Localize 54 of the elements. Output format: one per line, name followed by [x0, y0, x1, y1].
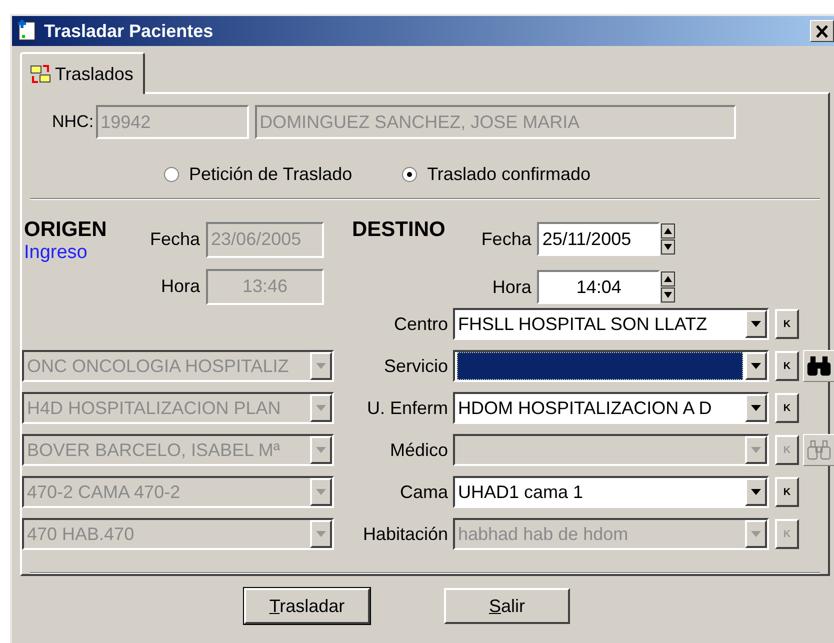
lookup-button[interactable]: K [775, 393, 799, 423]
binoculars-icon [807, 440, 831, 460]
dropdown[interactable]: UHAD1 cama 1 [453, 476, 769, 508]
date-label: Fecha [150, 229, 200, 250]
origin-heading: ORIGEN [24, 218, 108, 242]
time-field: 13:46 [206, 268, 324, 304]
caret-icon [751, 321, 761, 327]
destination-heading: DESTINO [352, 218, 446, 243]
lookup-button[interactable]: K [775, 351, 799, 381]
caret-icon [316, 447, 326, 453]
window-title: Trasladar Pacientes [44, 20, 214, 42]
caret-icon [316, 531, 326, 537]
date-field: 23/06/2005 [206, 222, 324, 258]
caret-icon [751, 447, 761, 453]
field-label: Médico [388, 440, 449, 460]
spinner-icon[interactable] [661, 271, 676, 303]
caret-icon [316, 363, 326, 369]
field-label: Centro [392, 314, 449, 334]
lookup-button[interactable]: K [775, 309, 799, 339]
nhc-field: 19942 [96, 105, 249, 139]
caret-icon [751, 405, 761, 411]
caret-icon [751, 531, 761, 537]
dropdown[interactable] [453, 350, 769, 382]
field-label: U. Enferm [366, 398, 449, 418]
caret-icon [751, 363, 761, 369]
time-label: Hora [160, 276, 200, 297]
time-field[interactable]: 14:04 [537, 270, 660, 304]
radio-option[interactable]: Traslado confirmado [402, 158, 591, 190]
tab[interactable]: Traslados [20, 52, 146, 94]
search-button[interactable] [803, 350, 834, 382]
dropdown[interactable]: HDOM HOSPITALIZACION A D [453, 392, 769, 424]
close-button[interactable] [810, 20, 834, 42]
app-icon [16, 20, 38, 42]
field-label: Habitación [362, 524, 449, 544]
caret-icon [316, 405, 326, 411]
patient-name-field: DOMINGUEZ SANCHEZ, JOSE MARIA [254, 105, 736, 139]
caret-icon [316, 489, 326, 495]
caret-icon [751, 489, 761, 495]
binoculars-icon [807, 356, 831, 376]
field-label: Servicio [382, 356, 449, 376]
lookup-button[interactable]: K [775, 477, 799, 507]
origin-type: Ingreso [24, 242, 88, 264]
spinner-icon[interactable] [661, 223, 676, 255]
folders-icon [30, 64, 52, 84]
date-label: Fecha [480, 228, 532, 250]
close-icon [815, 24, 829, 38]
nhc-label: NHC: [52, 112, 94, 132]
dropdown[interactable]: FHSLL HOSPITAL SON LLATZ [453, 308, 769, 340]
time-label: Hora [491, 276, 532, 298]
field-label: Cama [398, 482, 449, 502]
dialog-button[interactable]: Salir [444, 588, 570, 624]
date-field[interactable]: 25/11/2005 [537, 222, 660, 256]
dialog-button[interactable]: Trasladar [244, 588, 370, 624]
radio-option[interactable]: Petición de Traslado [164, 158, 352, 190]
